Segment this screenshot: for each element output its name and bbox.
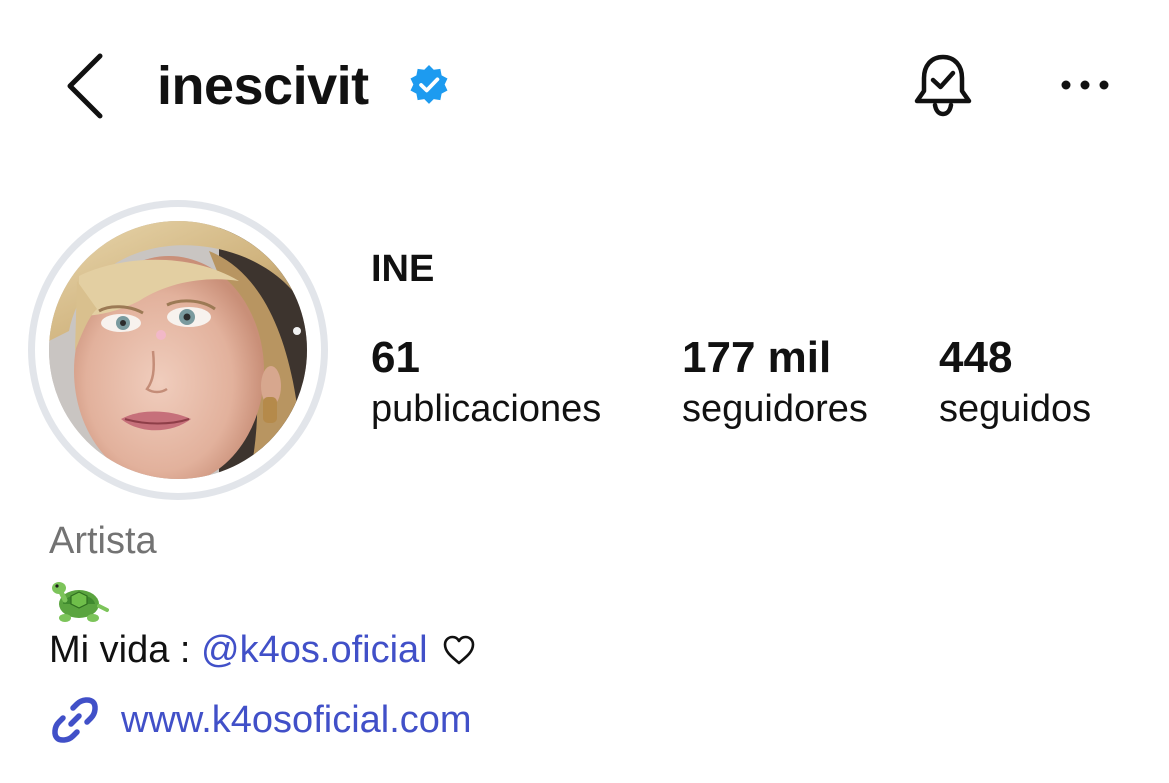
chevron-left-icon [67,53,103,119]
verified-badge-icon [410,65,448,104]
website-link-text: www.k4osoficial.com [121,699,472,741]
stat-posts-count: 61 [371,333,420,382]
link-icon [52,697,98,743]
turtle-emoji-icon [52,582,109,622]
stat-following-count: 448 [939,333,1013,382]
stat-followers-label: seguidores [682,388,868,430]
more-horizontal-icon [1061,80,1109,90]
stat-following-label: seguidos [939,388,1092,430]
bio-prefix-text: Mi vida : [49,629,202,671]
profile-username: inescivit [157,56,369,116]
profile-bio: Mi vida : @k4os.oficial [49,626,476,674]
profile-category: Artista [49,520,157,562]
avatar-photo [49,221,307,479]
stat-following[interactable]: 448 seguidos [939,332,1091,434]
bio-mention-link[interactable]: @k4os.oficial [201,626,428,674]
avatar-story-ring[interactable] [28,200,328,500]
heart-outline-icon [443,635,474,665]
stat-posts[interactable]: 61 publicaciones [371,332,601,434]
stat-followers[interactable]: 177 mil seguidores [682,332,868,434]
back-button[interactable] [52,48,116,124]
avatar-ring-gap [35,207,321,493]
stat-followers-count: 177 mil [682,333,832,382]
profile-header: inescivit [0,0,1169,170]
profile-display-name: INE [371,248,435,290]
profile-website-link[interactable]: www.k4osoficial.com [49,690,472,750]
bell-check-icon [914,54,972,117]
avatar [49,221,307,479]
more-options-button[interactable] [1050,60,1120,110]
stat-posts-label: publicaciones [371,388,602,430]
notifications-button[interactable] [905,46,981,124]
